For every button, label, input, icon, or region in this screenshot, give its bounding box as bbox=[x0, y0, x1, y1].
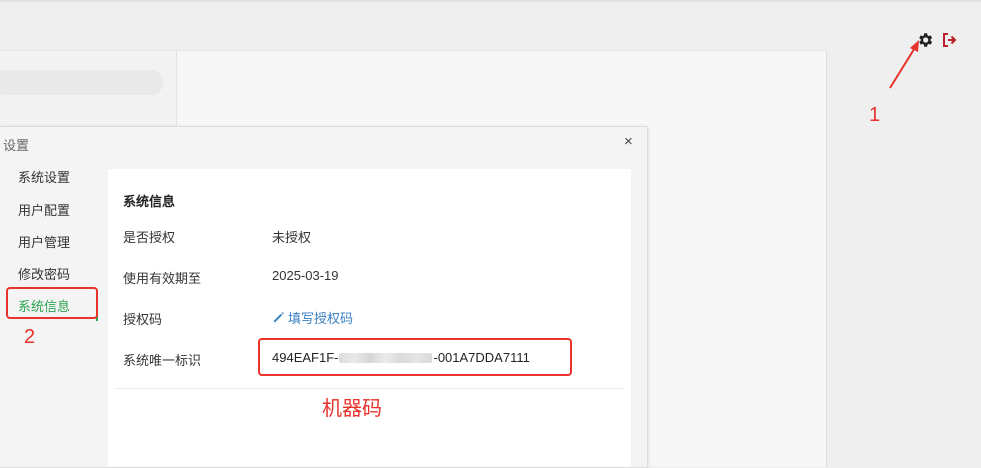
annotation-step-2: 2 bbox=[24, 326, 36, 348]
dialog-title: 设置 bbox=[3, 138, 30, 153]
logout-icon[interactable] bbox=[941, 32, 959, 48]
fill-auth-code-label: 填写授权码 bbox=[288, 311, 354, 326]
close-button[interactable]: × bbox=[624, 133, 633, 151]
row-divider bbox=[114, 388, 624, 389]
expiry-label: 使用有效期至 bbox=[123, 271, 202, 286]
nav-item-user-config[interactable]: 用户配置 bbox=[18, 200, 70, 219]
auth-code-label: 授权码 bbox=[123, 312, 163, 327]
nav-item-change-password[interactable]: 修改密码 bbox=[18, 264, 70, 283]
system-info-card: 系统信息 是否授权 未授权 使用有效期至 2025-03-19 授权码 填写授权… bbox=[108, 169, 631, 467]
annotation-arrow bbox=[889, 40, 919, 89]
section-title: 系统信息 bbox=[123, 194, 176, 209]
highlight-box-machine-code bbox=[258, 338, 572, 376]
expiry-value: 2025-03-19 bbox=[272, 268, 339, 283]
nav-item-user-management[interactable]: 用户管理 bbox=[18, 232, 70, 251]
authorized-value: 未授权 bbox=[272, 230, 312, 245]
pencil-icon bbox=[273, 312, 284, 323]
annotation-step-1: 1 bbox=[869, 104, 881, 126]
authorized-label: 是否授权 bbox=[123, 230, 176, 245]
fill-auth-code-link[interactable]: 填写授权码 bbox=[272, 308, 353, 327]
search-box[interactable] bbox=[0, 70, 163, 95]
nav-item-system-settings[interactable]: 系统设置 bbox=[18, 167, 70, 186]
dialog-header: 设置 × bbox=[0, 127, 647, 159]
highlight-box-system-info bbox=[6, 287, 98, 319]
top-strip bbox=[0, 0, 981, 2]
uid-label: 系统唯一标识 bbox=[123, 353, 202, 368]
machine-code-annotation: 机器码 bbox=[322, 398, 382, 420]
